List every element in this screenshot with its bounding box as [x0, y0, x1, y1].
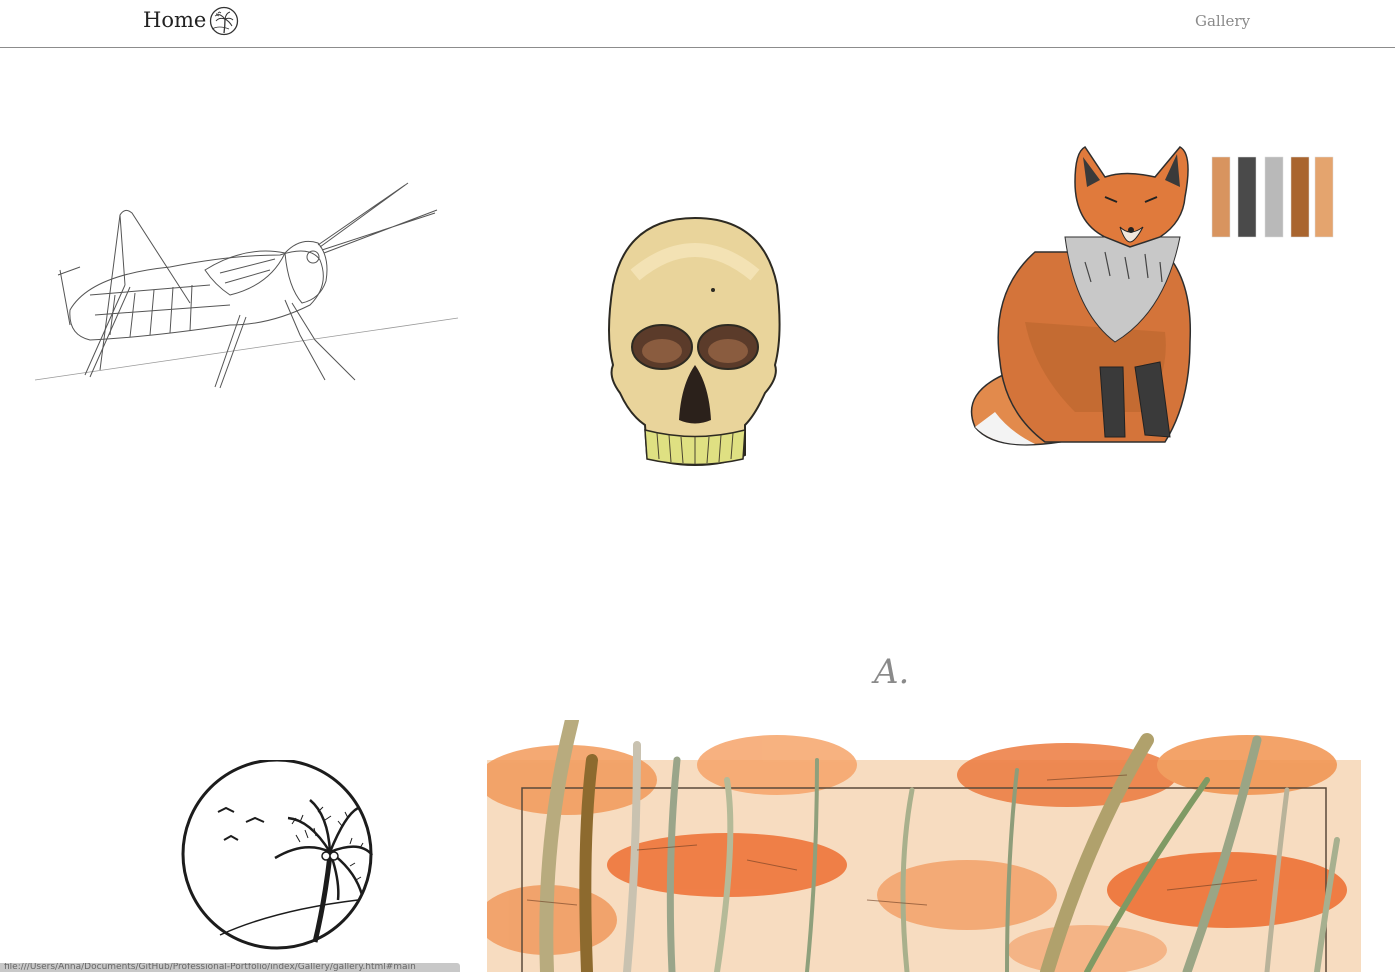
- palm-moon-logo-icon[interactable]: [209, 6, 239, 36]
- browser-status-bar: file:///Users/Anna/Documents/GitHub/Prof…: [0, 963, 460, 972]
- home-link[interactable]: Home: [143, 8, 206, 32]
- grasshopper-sketch[interactable]: [30, 175, 460, 395]
- fox-artwork: [970, 146, 1334, 446]
- poppy-field-artwork: [487, 720, 1361, 972]
- top-navbar: Home Gallery: [0, 0, 1395, 48]
- gallery-link[interactable]: Gallery: [1195, 12, 1250, 30]
- palm-circle-artwork: [181, 760, 373, 950]
- palm-tree-logo[interactable]: [180, 760, 376, 952]
- grasshopper-artwork: [34, 182, 459, 389]
- poppy-field-painting[interactable]: [487, 720, 1361, 972]
- fox-painting[interactable]: [965, 142, 1360, 457]
- skull-painting[interactable]: [605, 215, 785, 467]
- fox-color-palette: [1211, 156, 1334, 238]
- artist-signature: A.: [874, 652, 910, 692]
- skull-artwork: [608, 216, 781, 467]
